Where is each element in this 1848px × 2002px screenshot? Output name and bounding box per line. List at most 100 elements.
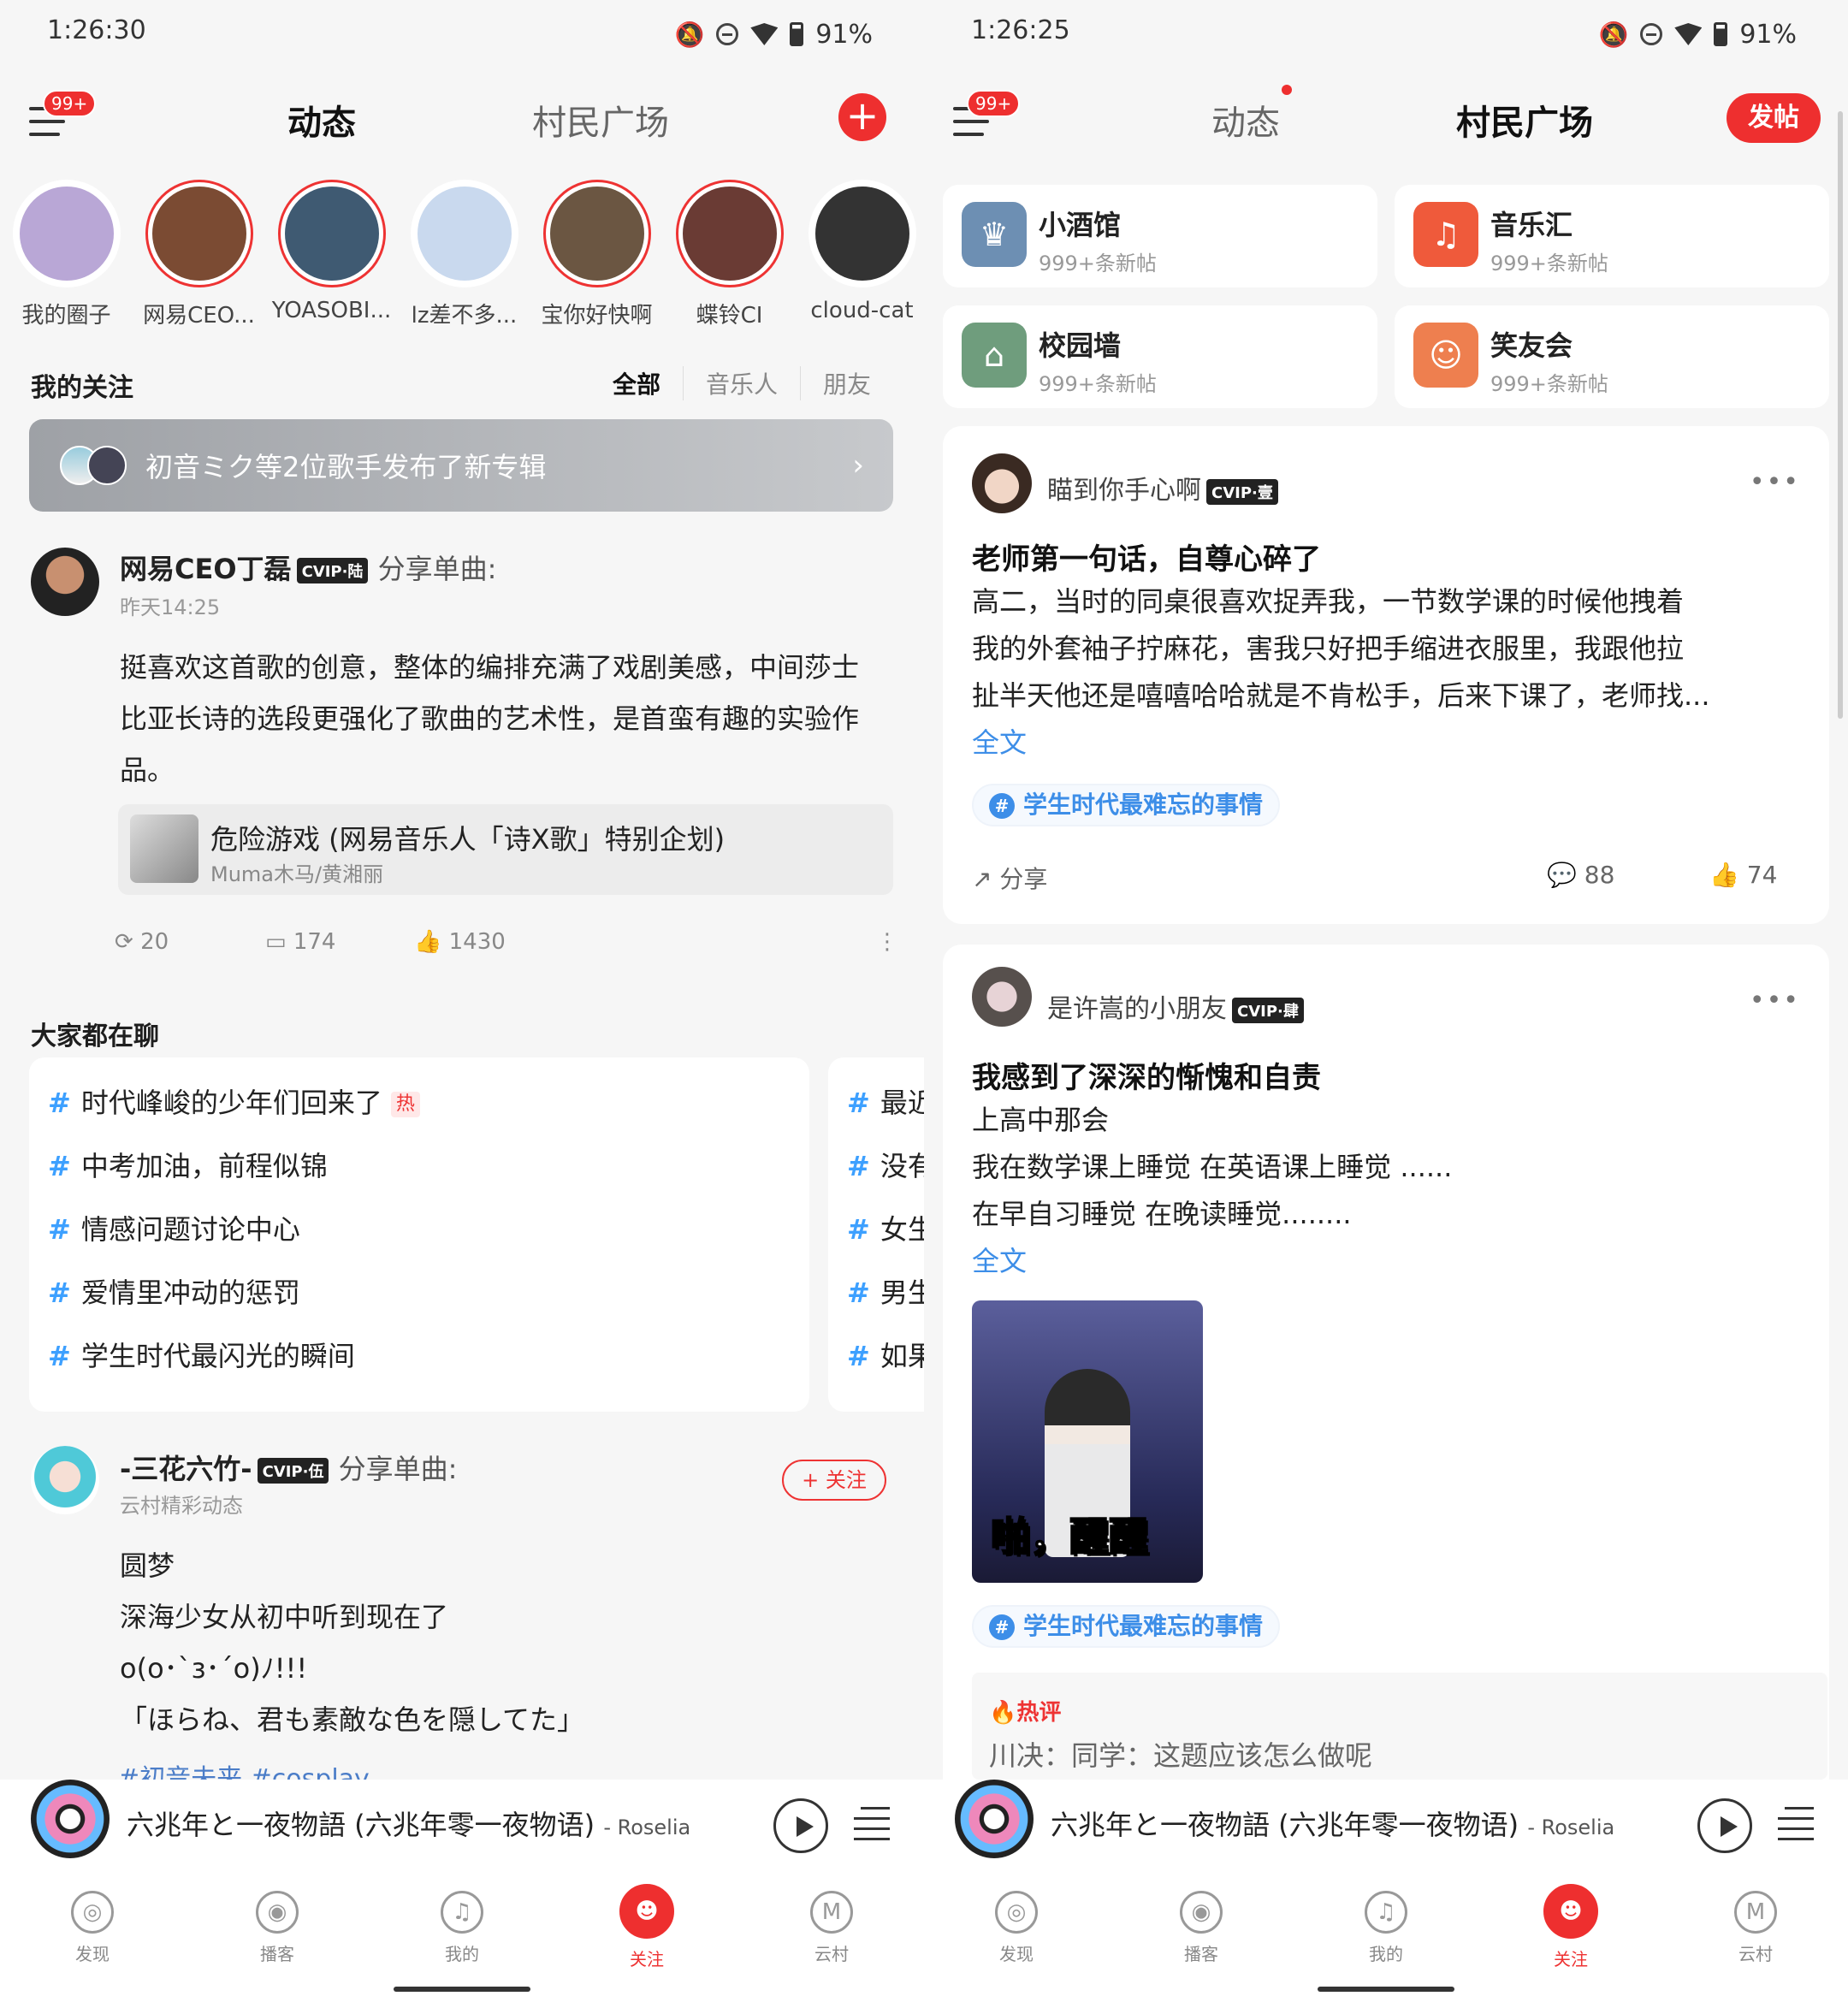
topic-item[interactable]: # 情感问题讨论中心 xyxy=(29,1198,809,1261)
scrollbar[interactable] xyxy=(1838,111,1843,719)
comment-button[interactable]: ▭ 174 xyxy=(265,929,335,955)
avatar[interactable] xyxy=(31,548,99,616)
topic-item[interactable]: # 爱情里冲动的惩罚 xyxy=(29,1261,809,1324)
forum-jokes[interactable]: ☺ 笑友会 999+条新帖 xyxy=(1395,305,1829,408)
tab-item[interactable]: ♫ 我的 xyxy=(370,1874,554,2002)
post-username[interactable]: 网易CEO丁磊 CVIP·陆 分享单曲: xyxy=(120,548,496,587)
topic-item[interactable]: # 时代峰峻的少年们回来了热 xyxy=(29,1071,809,1134)
topic-tag[interactable]: # 学生时代最难忘的事情 xyxy=(972,1605,1281,1648)
read-more-link[interactable]: 全文 xyxy=(972,720,1800,767)
play-button[interactable] xyxy=(1697,1798,1752,1853)
tab-item[interactable]: ☻ 关注 xyxy=(554,1874,739,2002)
album-disc[interactable] xyxy=(955,1780,1034,1858)
forum-campus[interactable]: ⌂ 校园墙 999+条新帖 xyxy=(943,305,1377,408)
new-album-banner[interactable]: 初音ミク等2位歌手发布了新专辑 › xyxy=(29,419,893,512)
hashtag-icon: # xyxy=(48,1087,71,1119)
repost-button[interactable]: ⟳ 20 xyxy=(115,929,169,955)
tab-item[interactable]: ◎ 发现 xyxy=(924,1874,1109,2002)
post-body: 高二，当时的同桌很喜欢捉弄我，一节数学课的时候他拽着 我的外套袖子拧麻花，害我只… xyxy=(972,578,1800,767)
follow-filters: 全部 音乐人 朋友 xyxy=(590,366,893,400)
tab-item[interactable]: ♫ 我的 xyxy=(1294,1874,1478,2002)
topic-item[interactable]: # 学生时代最闪光的瞬间 xyxy=(29,1324,809,1388)
comment-button[interactable]: 💬 88 xyxy=(1547,861,1614,889)
song-card[interactable]: 危险游戏 (网易音乐人「诗X歌」特别企划) Muma木马/黄湘丽 xyxy=(118,804,893,895)
like-button[interactable]: 👍 1430 xyxy=(414,929,506,955)
forum-tavern[interactable]: ♛ 小酒馆 999+条新帖 xyxy=(943,185,1377,287)
avatar[interactable] xyxy=(31,1446,99,1514)
tab-item[interactable]: ◎ 发现 xyxy=(0,1874,185,2002)
read-more-link[interactable]: 全文 xyxy=(972,1238,1800,1285)
story-item[interactable]: cloud-cat xyxy=(796,180,924,325)
topic-item[interactable]: # 女生 xyxy=(828,1198,924,1261)
tab-item[interactable]: ☻ 关注 xyxy=(1478,1874,1663,2002)
story-item[interactable]: 宝你好快啊 xyxy=(530,180,663,329)
topic-item[interactable]: # 男生 xyxy=(828,1261,924,1324)
tab-label: 播客 xyxy=(1184,1944,1218,1964)
tab-item[interactable]: M 云村 xyxy=(1663,1874,1848,2002)
post-username[interactable]: -三花六竹- CVIP·伍 分享单曲: xyxy=(120,1448,457,1487)
like-button[interactable]: 👍 74 xyxy=(1709,861,1777,889)
tab-village-square[interactable]: 村民广场 xyxy=(1456,95,1593,145)
topic-text: 女生 xyxy=(880,1213,924,1246)
more-icon[interactable]: ⋮ xyxy=(876,929,898,955)
post-username[interactable]: 是许嵩的小朋友 CVIP·肆 xyxy=(1047,987,1304,1025)
filter-all[interactable]: 全部 xyxy=(590,366,683,400)
story-label: 蝶铃CI xyxy=(696,303,763,329)
wifi-icon xyxy=(1674,23,1703,45)
filter-friend[interactable]: 朋友 xyxy=(799,366,893,400)
follow-button[interactable]: + 关注 xyxy=(782,1460,886,1501)
tab-village-square[interactable]: 村民广场 xyxy=(532,95,669,145)
topic-item[interactable]: # 中考加油，前程似锦 xyxy=(29,1134,809,1198)
story-item[interactable]: 网易CEO... xyxy=(133,180,265,329)
story-avatar xyxy=(145,180,253,287)
tab-icon: ☻ xyxy=(1543,1884,1598,1939)
playlist-icon[interactable] xyxy=(1778,1805,1814,1843)
post-title: 老师第一句话，自尊心碎了 xyxy=(972,542,1321,577)
top-nav: 99+ 动态 村民广场 + xyxy=(0,81,924,158)
home-indicator xyxy=(394,1987,530,1992)
playlist-icon[interactable] xyxy=(854,1805,890,1843)
filter-musician[interactable]: 音乐人 xyxy=(682,366,800,400)
topic-text: 学生时代最闪光的瞬间 xyxy=(80,1340,355,1372)
battery-icon xyxy=(790,22,804,46)
story-item[interactable]: 蝶铃CI xyxy=(663,180,796,329)
avatar[interactable] xyxy=(972,453,1032,513)
tab-item[interactable]: M 云村 xyxy=(739,1874,924,2002)
tab-item[interactable]: ◉ 播客 xyxy=(185,1874,370,2002)
forum-music[interactable]: ♫ 音乐汇 999+条新帖 xyxy=(1395,185,1829,287)
more-icon[interactable]: ••• xyxy=(1750,986,1800,1016)
topic-item[interactable]: # 最近 xyxy=(828,1071,924,1134)
tab-icon: ◎ xyxy=(995,1891,1038,1934)
topic-item[interactable]: # 如果 xyxy=(828,1324,924,1388)
create-post-button[interactable]: 发帖 xyxy=(1727,93,1821,143)
post-card[interactable]: 瞄到你手心啊 CVIP·壹 ••• 老师第一句话，自尊心碎了 高二，当时的同桌很喜… xyxy=(943,426,1829,924)
add-post-button[interactable]: + xyxy=(838,93,886,141)
post-image[interactable]: 啪，醒醒 xyxy=(972,1300,1203,1583)
tab-label: 关注 xyxy=(1554,1949,1588,1969)
post-username[interactable]: 瞄到你手心啊 CVIP·壹 xyxy=(1047,469,1278,506)
post-body: 挺喜欢这首歌的创意，整体的编排充满了戏剧美感，中间莎士 比亚长诗的选段更强化了歌… xyxy=(120,642,859,796)
hot-comment[interactable]: 🔥热评 川决：同学：这题应该怎么做呢 xyxy=(972,1673,1827,1780)
avatar[interactable] xyxy=(972,967,1032,1027)
hashtag-icon: # xyxy=(48,1213,71,1246)
tab-dynamic[interactable]: 动态 xyxy=(1211,95,1280,145)
hashtag-icon: # xyxy=(48,1150,71,1182)
hot-comment-text: 川决：同学：这题应该怎么做呢 xyxy=(989,1739,1373,1772)
play-button[interactable] xyxy=(773,1798,828,1853)
topic-tag[interactable]: # 学生时代最难忘的事情 xyxy=(972,784,1281,826)
singer-avatar xyxy=(87,446,127,485)
mini-player[interactable]: 六兆年と一夜物語 (六兆年零一夜物语) - Roselia xyxy=(924,1780,1848,1874)
story-item[interactable]: 我的圈子 xyxy=(0,180,133,329)
tab-item[interactable]: ◉ 播客 xyxy=(1109,1874,1294,2002)
story-item[interactable]: YOASOBI... xyxy=(265,180,398,325)
more-icon[interactable]: ••• xyxy=(1750,467,1800,497)
mini-player[interactable]: 六兆年と一夜物語 (六兆年零一夜物语) - Roselia xyxy=(0,1780,924,1874)
story-item[interactable]: lz差不多... xyxy=(398,180,530,329)
status-time: 1:26:30 xyxy=(47,15,146,45)
share-button[interactable]: ↗ 分享 xyxy=(972,865,1047,893)
topic-item[interactable]: # 没有 xyxy=(828,1134,924,1198)
bottom-tab-bar: ◎ 发现 ◉ 播客 ♫ 我的 ☻ 关注 M 云村 xyxy=(924,1874,1848,2002)
player-title: 六兆年と一夜物語 (六兆年零一夜物语) - Roselia xyxy=(127,1809,691,1841)
tab-dynamic[interactable]: 动态 xyxy=(287,95,356,145)
album-disc[interactable] xyxy=(31,1780,110,1858)
